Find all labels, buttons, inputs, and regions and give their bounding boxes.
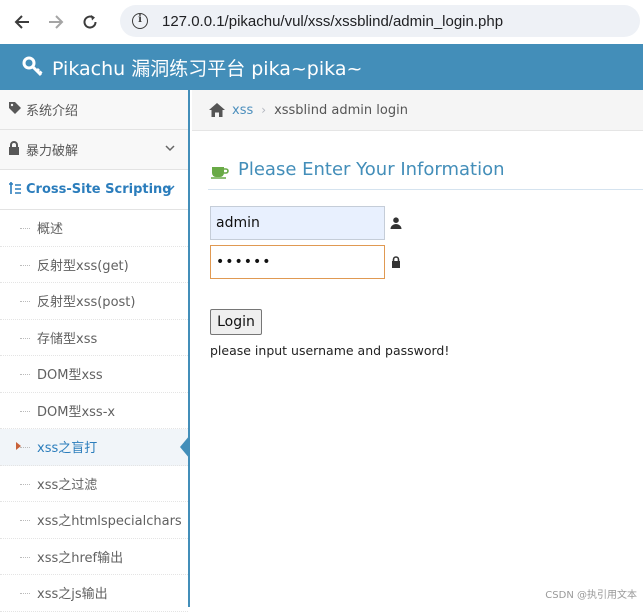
sidebar-subitem-current[interactable]: xss之盲打 [0,429,190,466]
breadcrumb-link-xss[interactable]: xss [232,103,253,118]
login-button[interactable]: Login [210,309,262,335]
watermark: CSDN @执引用文本 [545,590,637,601]
chevron-right-icon: › [261,103,267,117]
app-title: Pikachu 漏洞练习平台 pika~pika~ [52,57,363,80]
sidebar-subitem[interactable]: xss之js输出 [0,575,188,612]
url-text: 127.0.0.1/pikachu/vul/xss/xssblind/admin… [162,12,504,30]
xss-list-icon [8,181,24,199]
sidebar-subitem[interactable]: xss之href输出 [0,539,188,575]
sidebar-subitem[interactable]: xss之htmlspecialchars [0,502,188,539]
lock-icon [8,140,24,159]
xss-submenu: 概述 反射型xss(get) 反射型xss(post) 存储型xss DOM型x… [0,210,190,612]
main-content: Please Enter Your Information admin ••••… [192,131,643,607]
sidebar-subitem[interactable]: 存储型xss [0,320,188,356]
caret-right-icon [16,442,21,450]
app-header: Pikachu 漏洞练习平台 pika~pika~ [0,44,643,90]
form-heading: Please Enter Your Information [210,159,505,180]
sidebar-subitem[interactable]: 反射型xss(get) [0,247,188,283]
browser-toolbar: i 127.0.0.1/pikachu/vul/xss/xssblind/adm… [0,0,643,44]
tag-icon [8,101,24,119]
form-heading-text: Please Enter Your Information [238,159,505,180]
coffee-cup-icon [211,166,229,179]
password-input[interactable]: •••••• [210,245,385,279]
sidebar-item-label: 系统介绍 [26,104,79,119]
sidebar-item-label: 暴力破解 [26,144,79,159]
sidebar-subitem[interactable]: xss之过滤 [0,466,188,502]
active-pointer-icon [180,435,190,459]
key-icon [22,56,43,77]
sidebar-subitem[interactable]: DOM型xss [0,356,188,393]
sidebar-subitem[interactable]: 反射型xss(post) [0,283,188,320]
sidebar: 系统介绍 暴力破解 Cross-Site Scripting 概述 反射型xss… [0,90,190,612]
back-arrow-icon[interactable] [10,10,34,34]
divider [208,189,643,190]
chevron-down-icon [164,182,176,194]
breadcrumb-current: xssblind admin login [274,102,408,118]
breadcrumb: xss › xssblind admin login [192,90,643,131]
info-icon[interactable]: i [132,13,148,29]
chevron-down-icon [164,142,176,154]
reload-icon[interactable] [78,10,102,34]
sidebar-subitem[interactable]: 概述 [0,210,188,247]
lock-icon [392,256,400,268]
login-hint: please input username and password! [210,343,450,358]
forward-arrow-icon[interactable] [44,10,68,34]
sidebar-subitem[interactable]: DOM型xss-x [0,393,188,429]
sidebar-item-bruteforce[interactable]: 暴力破解 [0,130,188,170]
username-input[interactable]: admin [210,206,385,240]
user-icon [390,217,402,229]
sidebar-item-xss[interactable]: Cross-Site Scripting [0,170,188,210]
home-icon[interactable] [208,102,226,118]
sidebar-item-label: Cross-Site Scripting [26,182,172,197]
sidebar-item-intro[interactable]: 系统介绍 [0,90,188,130]
address-bar[interactable]: i 127.0.0.1/pikachu/vul/xss/xssblind/adm… [120,5,640,37]
